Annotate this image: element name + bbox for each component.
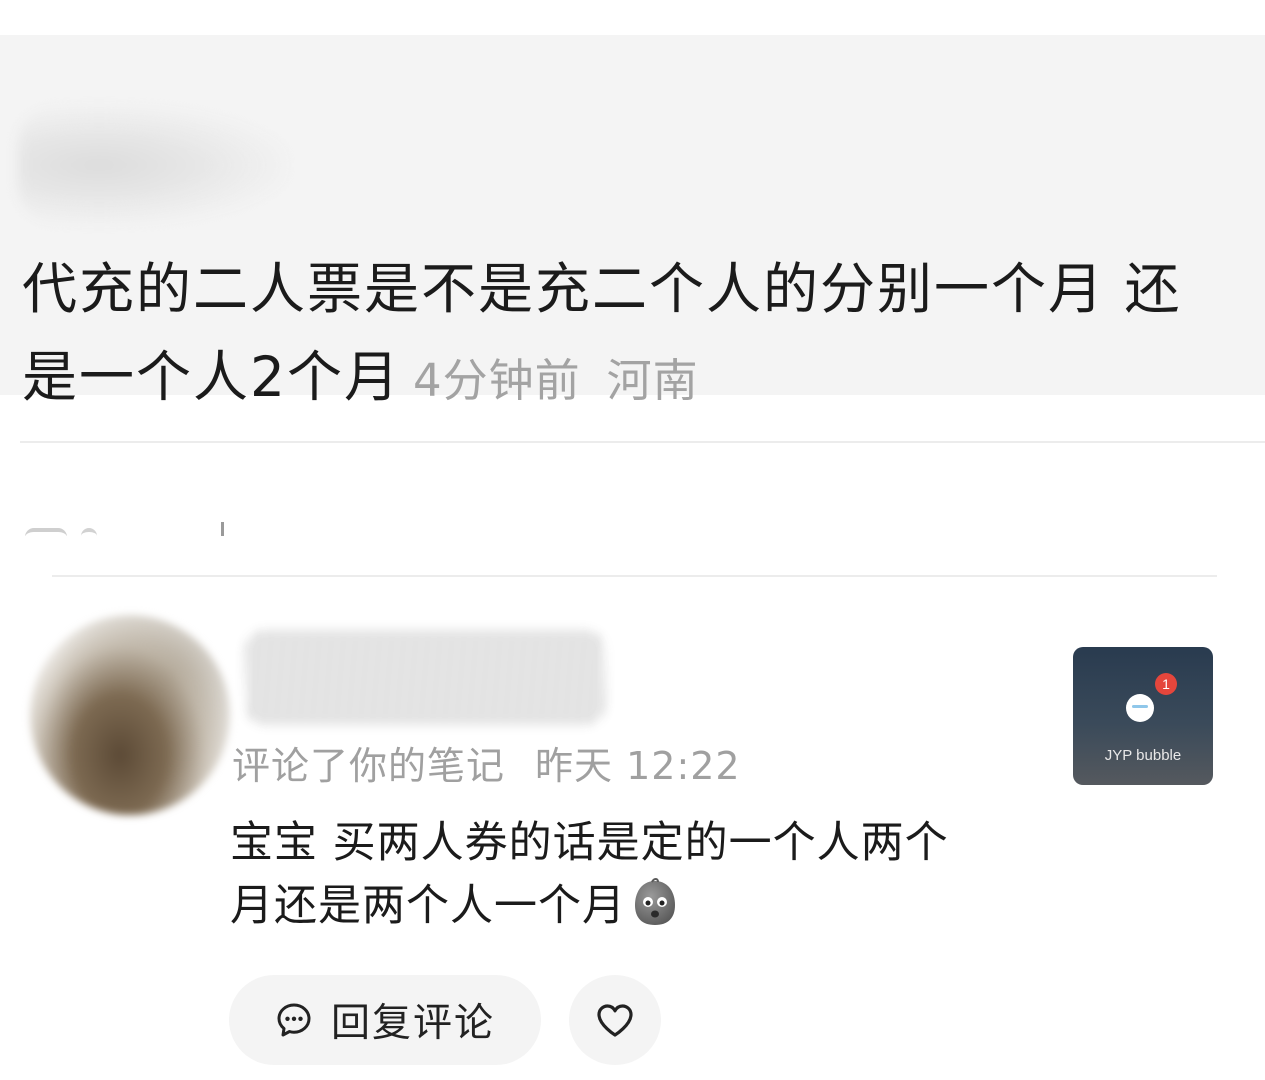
note-time: 4分钟前 <box>413 354 581 407</box>
commenter-avatar[interactable] <box>30 615 230 815</box>
heart-icon <box>597 1004 633 1037</box>
bubble-app-icon <box>1126 694 1154 722</box>
like-button[interactable] <box>569 975 661 1065</box>
reply-comment-button[interactable]: 回复评论 <box>229 975 541 1065</box>
comment-body: 宝宝 买两人券的话是定的一个人两个月还是两个人一个月 <box>230 818 949 931</box>
chat-bubble-icon <box>277 1003 311 1037</box>
divider <box>52 575 1217 577</box>
note-thumbnail[interactable]: 1 JYP bubble <box>1073 647 1213 785</box>
comment-meta: 评论了你的笔记 昨天 12:22 <box>232 735 741 790</box>
notification-badge: 1 <box>1155 673 1177 695</box>
note-location: 河南 <box>606 354 699 407</box>
quoted-note-text: 代充的二人票是不是充二个人的分别一个月 还是一个人2个月 4分钟前 河南 <box>22 245 1222 425</box>
note-meta: 4分钟前 河南 <box>413 354 699 407</box>
comment-action: 评论了你的笔记 <box>232 744 506 788</box>
blurred-author-area <box>18 105 288 225</box>
ghost-face-emoji-icon <box>635 878 675 925</box>
comment-time: 昨天 12:22 <box>535 744 741 788</box>
reply-button-label: 回复评论 <box>330 1001 495 1046</box>
quoted-note-card[interactable]: 代充的二人票是不是充二个人的分别一个月 还是一个人2个月 4分钟前 河南 <box>0 35 1265 409</box>
comment-text: 宝宝 买两人券的话是定的一个人两个月还是两个人一个月 <box>230 812 990 938</box>
blurred-commenter-name[interactable] <box>245 630 605 725</box>
thumbnail-label: JYP bubble <box>1104 747 1182 764</box>
divider <box>20 441 1265 443</box>
faded-section-header <box>25 508 225 536</box>
